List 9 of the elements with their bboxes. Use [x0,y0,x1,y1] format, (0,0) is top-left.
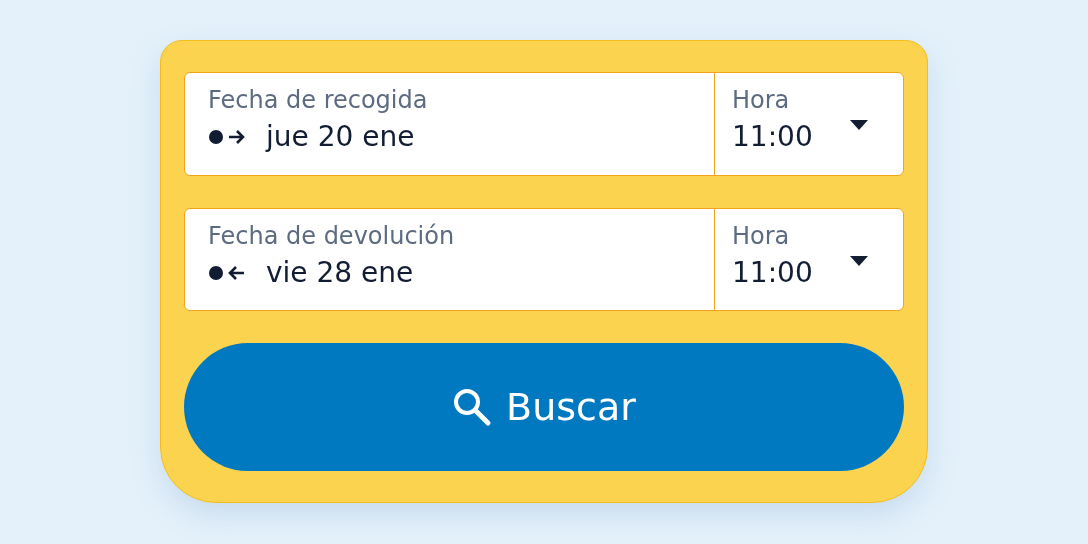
dot-arrow-icon [208,127,246,147]
time-dropdown[interactable]: Hora 11:00 [715,208,903,311]
time-dropdown[interactable]: Hora 11:00 [715,73,903,175]
date-field[interactable]: Fecha de devolución vie 28 ene [185,208,715,311]
caret-icon [848,119,869,131]
caret-icon [848,254,869,267]
search-icon [452,387,493,428]
date-field[interactable]: Fecha de recogida jue 20 ene [185,73,715,175]
search-button[interactable]: Buscar [184,343,904,471]
